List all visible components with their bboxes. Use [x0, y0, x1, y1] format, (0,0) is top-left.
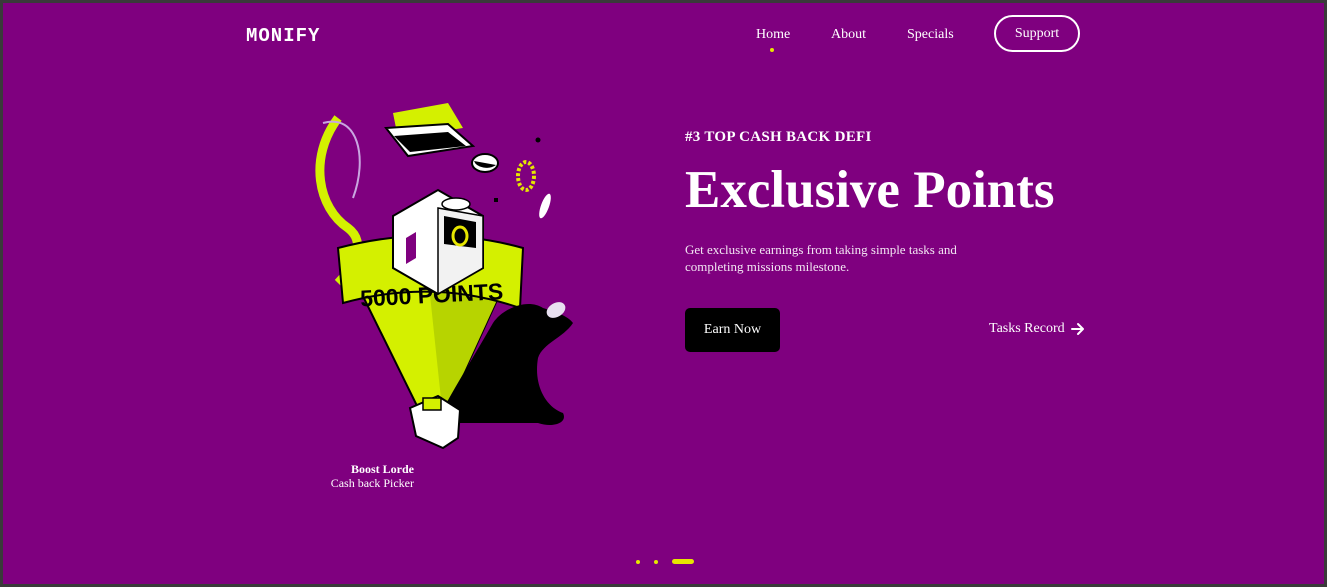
- nav-about[interactable]: About: [831, 27, 866, 43]
- arrow-right-icon: [1070, 323, 1084, 335]
- tasks-record-link[interactable]: Tasks Record: [989, 321, 1085, 337]
- carousel-dot-2[interactable]: [654, 560, 658, 564]
- hero-eyebrow: #3 TOP CASH BACK DEFI: [685, 129, 872, 145]
- nav-active-indicator: [770, 48, 774, 52]
- ring-gem: [422, 397, 442, 411]
- hero-description: Get exclusive earnings from taking simpl…: [685, 242, 957, 274]
- coin-pixel: [516, 160, 536, 192]
- spark-dot: [535, 137, 541, 143]
- caption-role: Cash back Picker: [330, 476, 414, 490]
- coin-edge: [539, 193, 551, 219]
- carousel-dot-3-active[interactable]: [672, 559, 694, 564]
- hero-section: MONIFY Home About Specials Support 5000 …: [3, 3, 1324, 584]
- spark-square: [494, 198, 498, 202]
- support-button[interactable]: Support: [994, 15, 1080, 52]
- hero-title: Exclusive Points: [685, 161, 1055, 219]
- points-illustration: 5000 POINTS: [315, 103, 573, 450]
- nav-specials[interactable]: Specials: [907, 27, 954, 43]
- caption-name: Boost Lorde: [351, 462, 414, 476]
- earn-now-button[interactable]: Earn Now: [685, 308, 780, 352]
- nav-home[interactable]: Home: [756, 27, 790, 43]
- brand-logo[interactable]: MONIFY: [246, 25, 320, 47]
- carousel-dot-1[interactable]: [636, 560, 640, 564]
- tasks-record-label: Tasks Record: [989, 321, 1065, 336]
